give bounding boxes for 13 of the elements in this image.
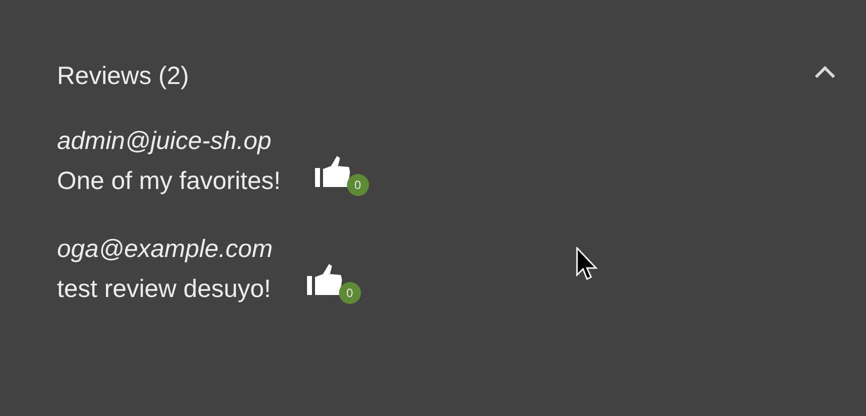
cursor-icon	[576, 247, 600, 283]
review-author: admin@juice-sh.op	[57, 126, 272, 157]
like-button[interactable]: 0	[310, 154, 371, 194]
chevron-icon[interactable]	[814, 65, 836, 79]
like-count: 0	[346, 174, 369, 196]
review-text: One of my favorites!	[57, 166, 281, 197]
panel-title: Reviews (2)	[57, 62, 189, 90]
review-text: test review desuyo!	[57, 274, 272, 305]
like-count: 0	[338, 282, 361, 304]
like-button[interactable]: 0	[302, 262, 363, 302]
review-author: oga@example.com	[57, 234, 273, 265]
thumbs-up-icon	[304, 262, 343, 298]
thumbs-up-icon	[312, 154, 351, 190]
